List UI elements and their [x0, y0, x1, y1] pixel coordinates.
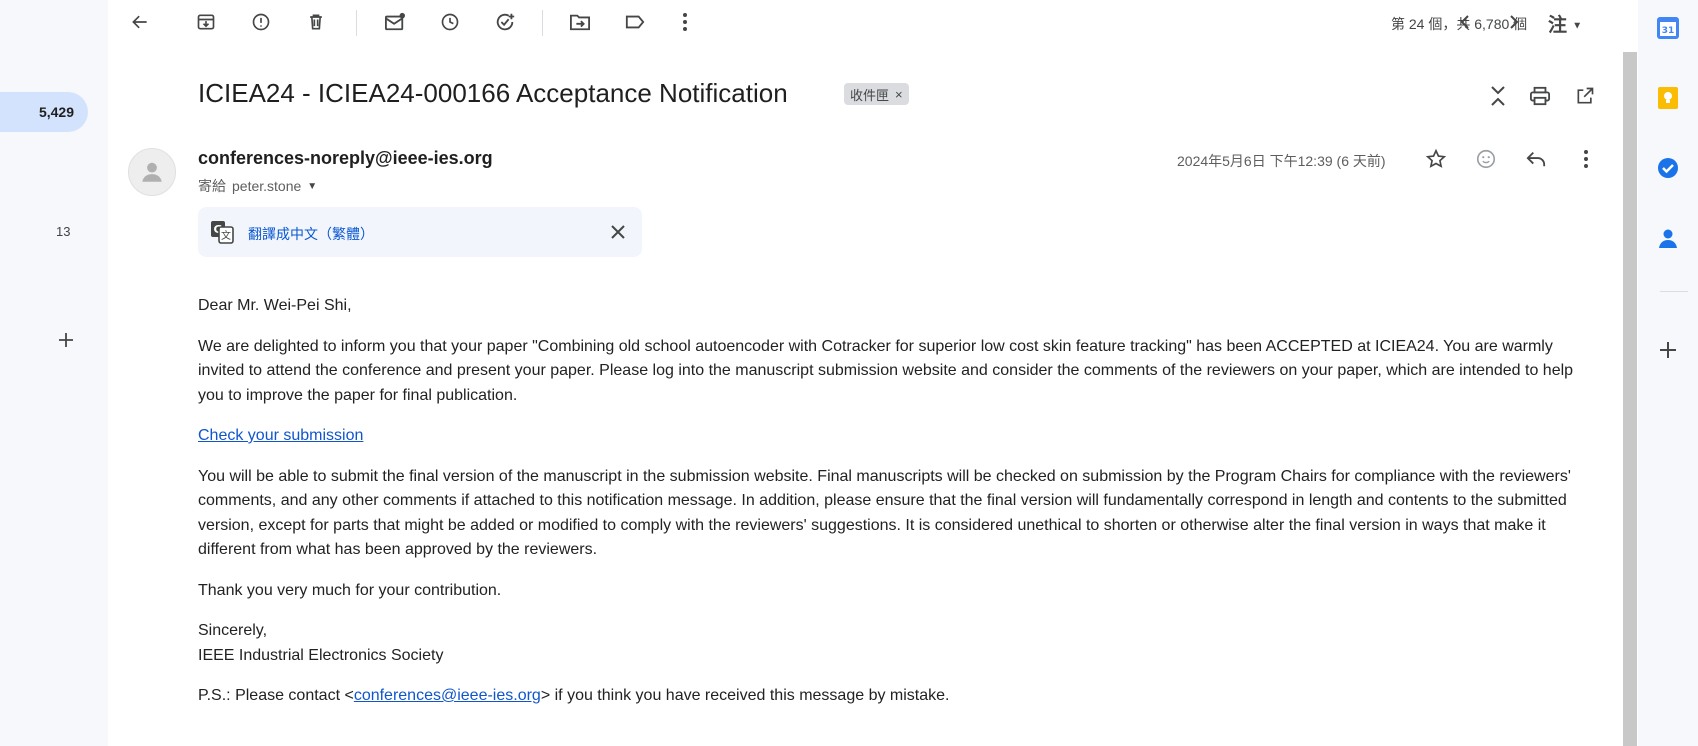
contacts-icon[interactable]	[1654, 224, 1682, 252]
print-icon[interactable]	[1524, 80, 1556, 112]
message-more-icon[interactable]	[1570, 143, 1602, 175]
newer-icon[interactable]	[1449, 6, 1481, 38]
input-tools-label: 注	[1548, 15, 1568, 36]
calendar-day: 31	[1662, 26, 1675, 36]
sender-email[interactable]: conferences-noreply@ieee-ies.org	[198, 148, 493, 169]
email-body: Dear Mr. Wei-Pei Shi, We are delighted t…	[198, 294, 1598, 725]
recipient-line[interactable]: 寄給 peter.stone ▼	[198, 176, 317, 196]
back-icon[interactable]	[124, 6, 156, 38]
emoji-reaction-icon[interactable]	[1470, 143, 1502, 175]
ps-email-link[interactable]: conferences@ieee-ies.org	[354, 687, 541, 704]
reply-icon[interactable]	[1520, 143, 1552, 175]
toolbar-divider	[356, 10, 357, 36]
chevron-down-icon: ▼	[1572, 20, 1583, 32]
check-submission-link[interactable]: Check your submission	[198, 427, 363, 444]
inbox-count-badge[interactable]: 5,429	[0, 92, 88, 132]
email-subject: ICIEA24 - ICIEA24-000166 Acceptance Noti…	[198, 78, 788, 108]
secondary-count: 13	[56, 224, 71, 239]
move-to-icon[interactable]	[564, 6, 596, 38]
recipient-name: peter.stone	[232, 178, 302, 194]
mark-unread-icon[interactable]	[379, 6, 411, 38]
archive-icon[interactable]	[190, 6, 222, 38]
ps-prefix: P.S.: Please contact <	[198, 687, 354, 704]
add-app-icon[interactable]	[1654, 336, 1682, 364]
email-date: 2024年5月6日 下午12:39 (6 天前)	[1177, 153, 1386, 169]
main-panel: 第 24 個，共 6,780 個 注 ▼ ICIEA24 - ICIEA24-0…	[108, 0, 1638, 746]
snooze-icon[interactable]	[434, 6, 466, 38]
left-rail: 5,429 13	[0, 0, 108, 746]
translate-link[interactable]: 翻譯成中文（繁體）	[248, 224, 374, 244]
signature: IEEE Industrial Electronics Society	[198, 646, 444, 664]
calendar-icon[interactable]: 31	[1654, 14, 1682, 42]
star-icon[interactable]	[1420, 143, 1452, 175]
translate-icon: G文	[210, 220, 234, 244]
rail-divider	[1660, 291, 1688, 292]
postscript: P.S.: Please contact <conferences@ieee-i…	[198, 684, 1598, 709]
paragraph: You will be able to submit the final ver…	[198, 467, 1571, 559]
ps-suffix: > if you think you have received this me…	[540, 687, 950, 704]
delete-icon[interactable]	[300, 6, 332, 38]
report-spam-icon[interactable]	[245, 6, 277, 38]
greeting: Dear Mr. Wei-Pei Shi,	[198, 297, 352, 314]
paragraph: We are delighted to inform you that your…	[198, 337, 1574, 404]
right-rail: 31	[1638, 0, 1698, 746]
svg-text:文: 文	[221, 229, 231, 242]
tasks-icon[interactable]	[1654, 154, 1682, 182]
more-options-icon[interactable]	[669, 6, 701, 38]
inbox-label-chip[interactable]: 收件匣 ×	[844, 83, 909, 105]
label-chip-text: 收件匣	[850, 87, 890, 103]
label-icon[interactable]	[619, 6, 651, 38]
collapse-all-icon[interactable]	[1482, 80, 1514, 112]
keep-icon[interactable]	[1654, 84, 1682, 112]
to-prefix: 寄給	[198, 178, 226, 194]
dropdown-icon[interactable]: ▼	[307, 181, 317, 192]
older-icon[interactable]	[1498, 6, 1530, 38]
thanks-line: Thank you very much for your contributio…	[198, 581, 502, 599]
add-to-tasks-icon[interactable]	[489, 6, 521, 38]
link-paragraph: Check your submission	[198, 424, 1598, 449]
input-tools-button[interactable]: 注 ▼	[1548, 10, 1582, 37]
toolbar-divider	[542, 10, 543, 36]
signature-block: Sincerely, IEEE Industrial Electronics S…	[198, 619, 1598, 668]
remove-label-icon[interactable]: ×	[895, 87, 903, 102]
sender-avatar[interactable]	[128, 148, 176, 196]
scrollbar[interactable]	[1623, 52, 1637, 746]
close-icon[interactable]	[606, 220, 630, 244]
closing: Sincerely,	[198, 622, 268, 639]
open-new-window-icon[interactable]	[1569, 80, 1601, 112]
translate-bar: G文 翻譯成中文（繁體）	[198, 207, 642, 257]
add-label-icon[interactable]	[54, 328, 78, 352]
